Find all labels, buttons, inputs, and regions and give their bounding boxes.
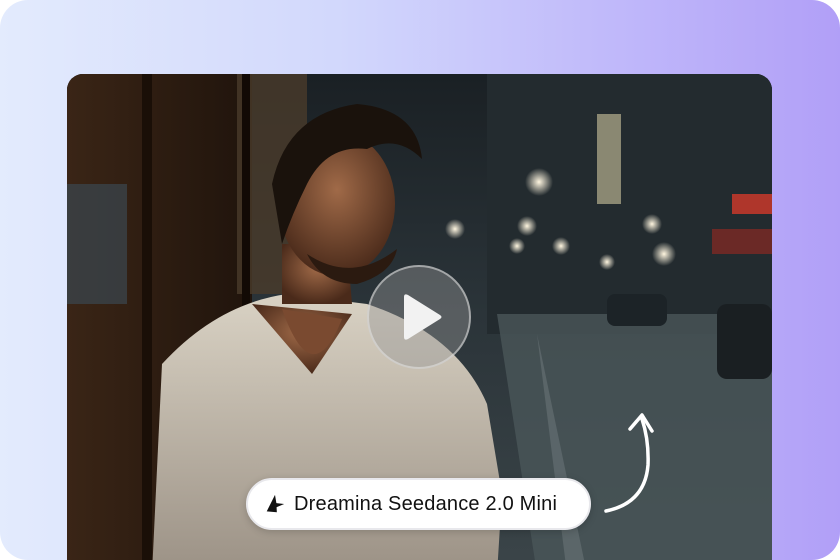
play-button[interactable] (367, 265, 471, 369)
model-badge[interactable]: Dreamina Seedance 2.0 Mini (246, 478, 591, 530)
dreamina-star-icon (266, 494, 285, 513)
promo-card: Dreamina Seedance 2.0 Mini (0, 0, 840, 560)
model-badge-label: Dreamina Seedance 2.0 Mini (294, 492, 558, 515)
play-icon (404, 294, 442, 340)
curved-arrow-icon (604, 413, 654, 513)
